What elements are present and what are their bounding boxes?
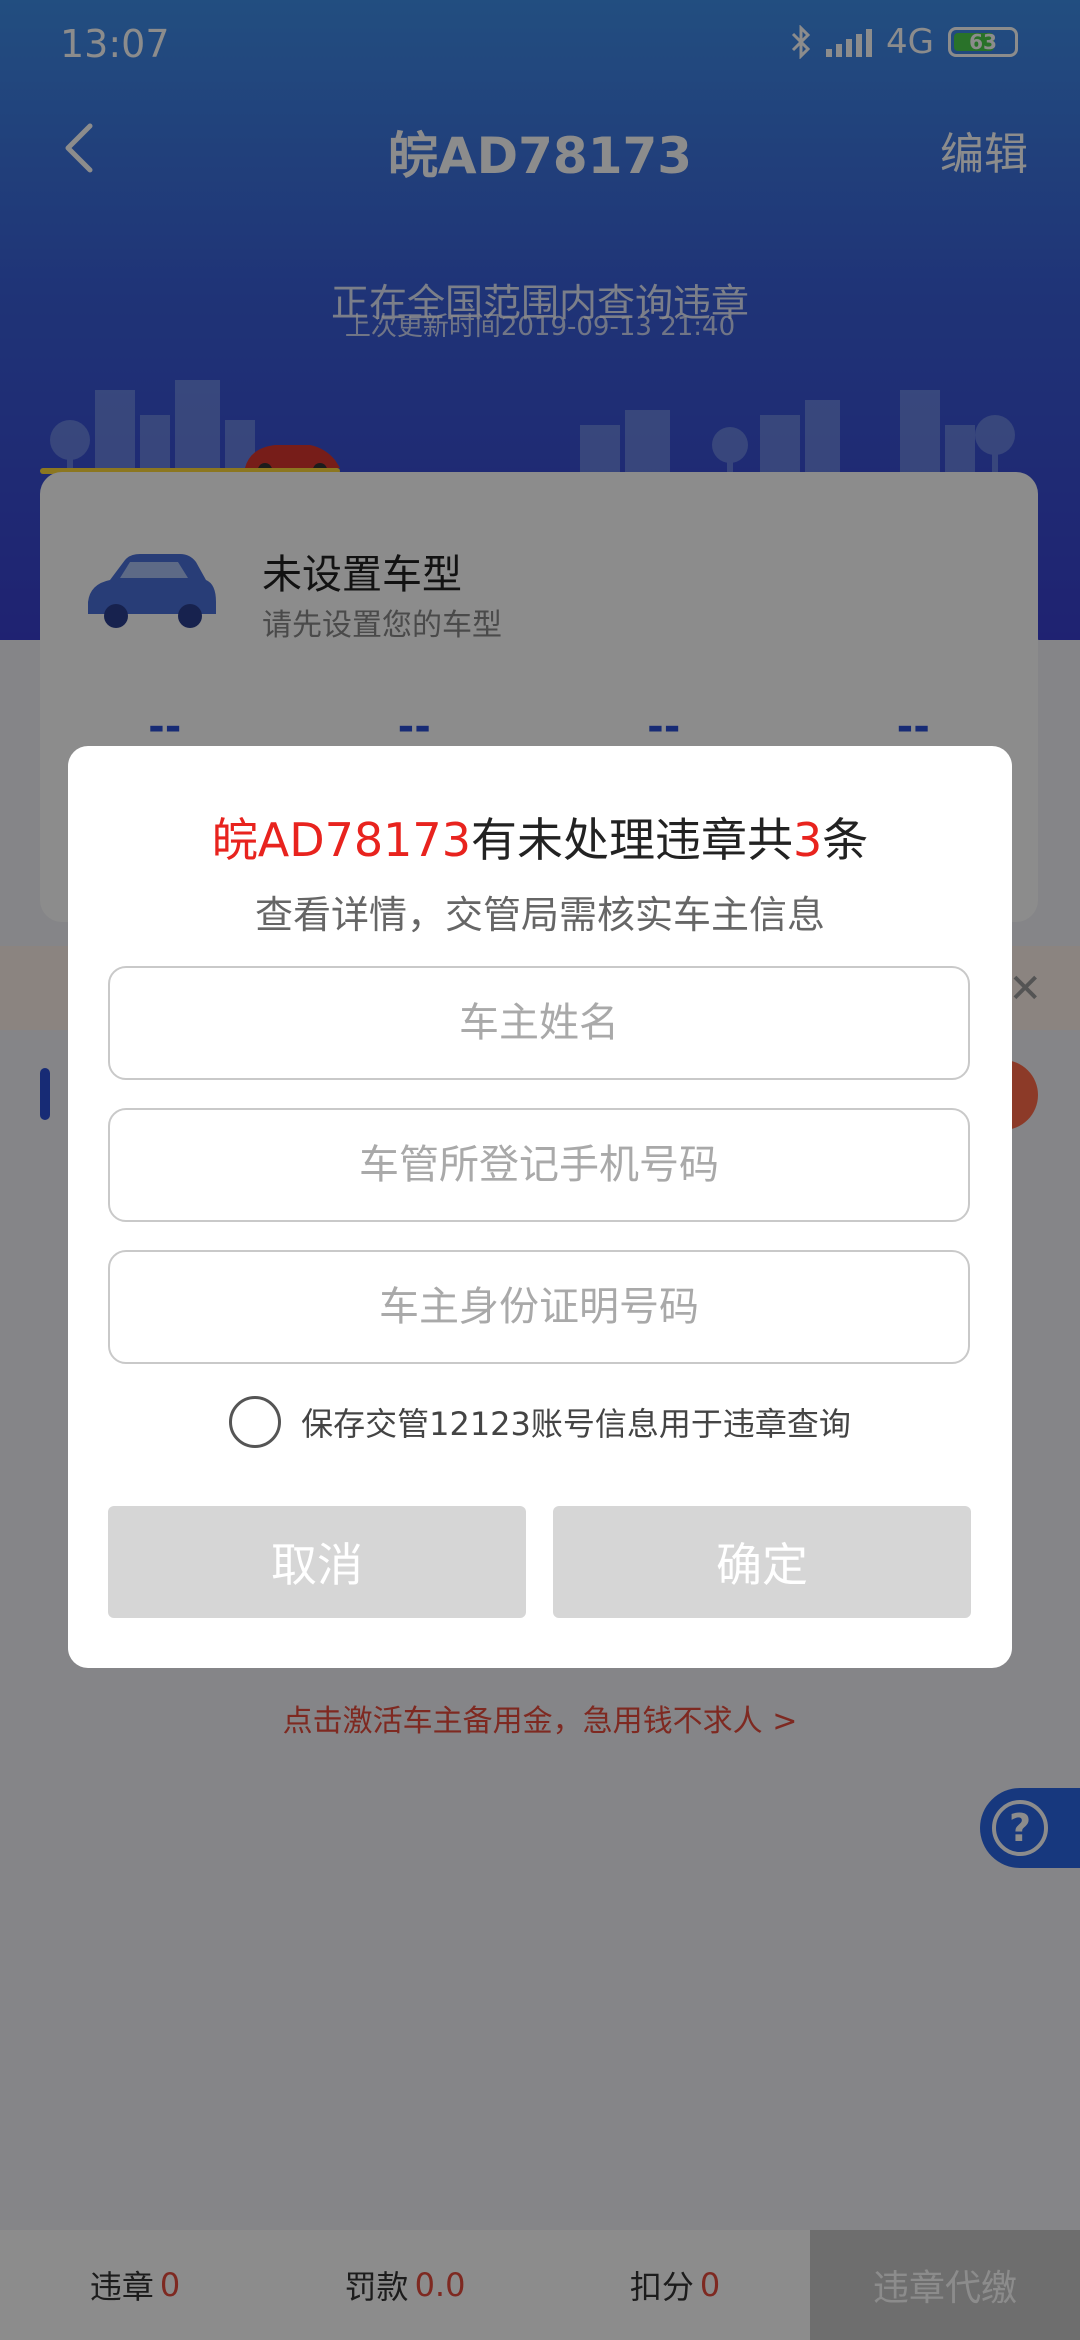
dialog-subtitle: 查看详情，交管局需核实车主信息 <box>254 893 825 937</box>
dialog-plate: 皖AD78173 <box>211 813 471 867</box>
owner-name-input[interactable] <box>108 966 970 1080</box>
save-account-label[interactable]: 保存交管12123账号信息用于违章查询 <box>301 1399 851 1445</box>
dialog-title-suffix: 条 <box>822 813 869 867</box>
cancel-button[interactable]: 取消 <box>108 1506 526 1618</box>
owner-verification-dialog: 皖AD78173有未处理违章共3条 查看详情，交管局需核实车主信息 保存交管12… <box>68 746 1012 1668</box>
id-number-input[interactable] <box>108 1250 970 1364</box>
save-account-checkbox[interactable] <box>229 1396 282 1448</box>
save-account-row: 保存交管12123账号信息用于违章查询 <box>68 1396 1012 1448</box>
violation-count: 3 <box>792 813 823 867</box>
screen: 13:07 4G 63 皖AD78173 编辑 正在全国范围内查询违章 上次更新… <box>0 0 1080 2340</box>
dialog-title-middle: 有未处理违章共 <box>470 813 793 867</box>
confirm-button[interactable]: 确定 <box>553 1506 971 1618</box>
phone-number-input[interactable] <box>108 1108 970 1222</box>
dialog-title: 皖AD78173有未处理违章共3条 <box>68 804 1012 870</box>
